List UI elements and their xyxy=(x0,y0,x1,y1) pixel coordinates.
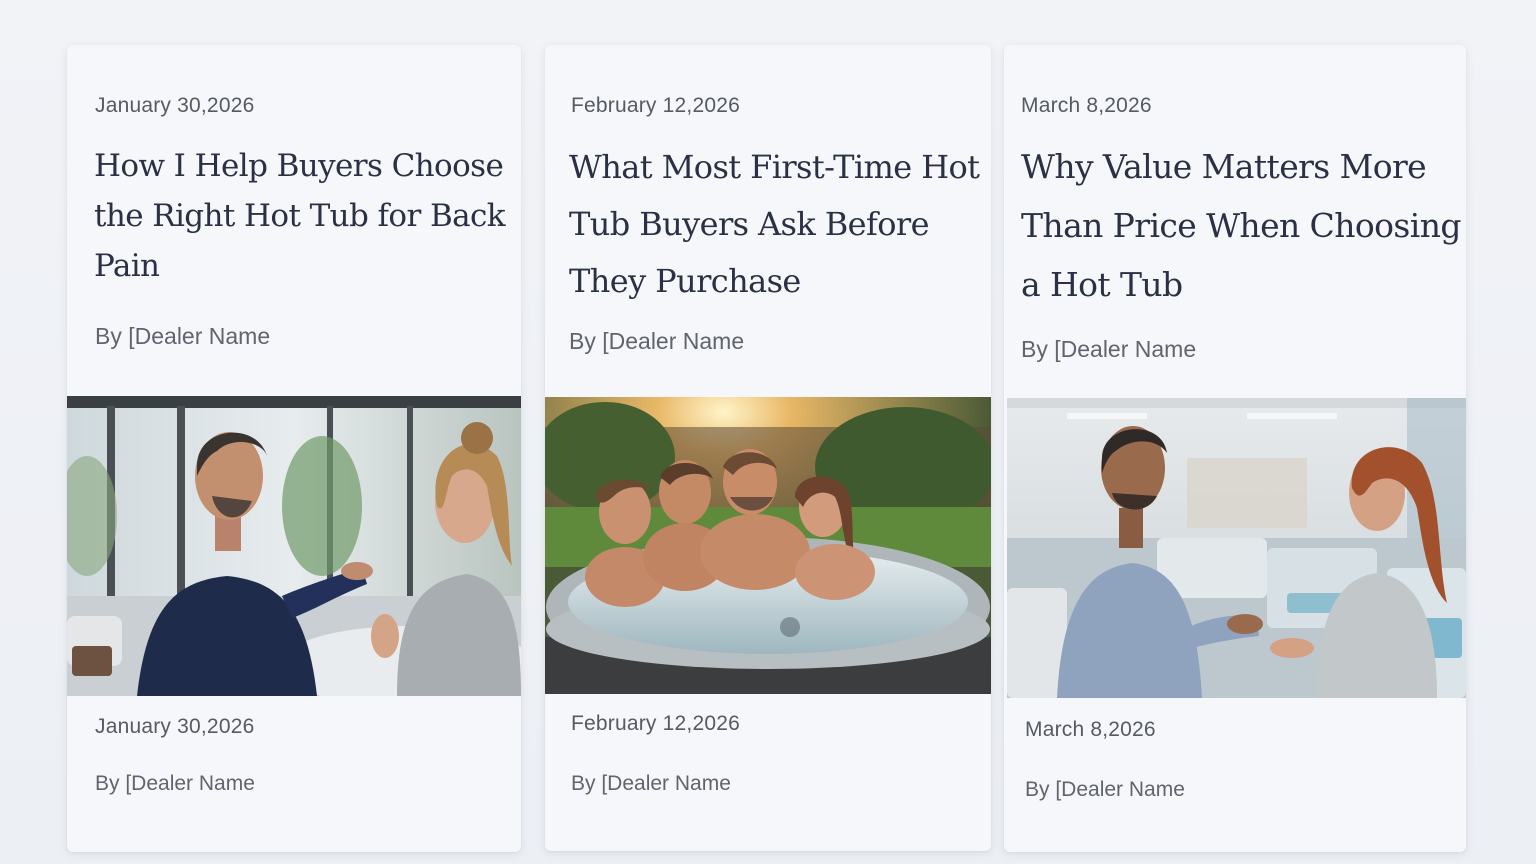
post-date-bottom: January 30,2026 xyxy=(95,715,255,738)
post-author: By [Dealer Name xyxy=(95,323,271,349)
blog-card-1[interactable]: January 30,2026 How I Help Buyers Choose… xyxy=(67,45,521,852)
post-author-bottom: By [Dealer Name xyxy=(571,772,731,795)
post-date-bottom: February 12,2026 xyxy=(571,712,740,735)
post-author: By [Dealer Name xyxy=(569,328,745,354)
post-date-bottom: March 8,2026 xyxy=(1025,718,1156,741)
blog-card-3[interactable]: March 8,2026 Why Value Matters More Than… xyxy=(1004,45,1466,852)
post-title-link[interactable]: What Most First-Time Hot Tub Buyers Ask … xyxy=(569,139,989,310)
blog-card-2[interactable]: February 12,2026 What Most First-Time Ho… xyxy=(545,45,991,851)
post-title-link[interactable]: How I Help Buyers Choose the Right Hot T… xyxy=(94,141,519,291)
friends-in-hot-tub-photo[interactable] xyxy=(545,397,991,694)
showroom-consultation-photo[interactable] xyxy=(67,396,521,696)
dealer-showroom-conversation-photo[interactable] xyxy=(1007,398,1466,698)
post-date: March 8,2026 xyxy=(1021,94,1152,117)
post-author-bottom: By [Dealer Name xyxy=(95,772,255,795)
post-author-bottom: By [Dealer Name xyxy=(1025,778,1185,801)
post-date: January 30,2026 xyxy=(95,94,255,117)
post-date: February 12,2026 xyxy=(571,94,740,117)
post-title-link[interactable]: Why Value Matters More Than Price When C… xyxy=(1021,137,1465,314)
post-author: By [Dealer Name xyxy=(1021,336,1197,362)
